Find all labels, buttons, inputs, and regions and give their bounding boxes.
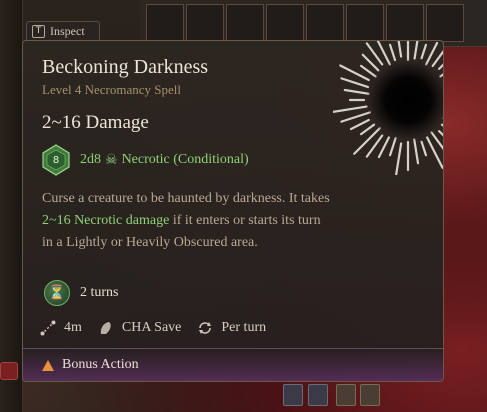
spell-tooltip: Beckoning Darkness Level 4 Necromancy Sp… bbox=[22, 40, 444, 382]
hotbar-slot[interactable] bbox=[266, 4, 304, 42]
hotbar-slot[interactable] bbox=[146, 4, 184, 42]
action-type-footer: Bonus Action bbox=[23, 348, 443, 381]
range-icon bbox=[40, 320, 56, 336]
spell-name: Beckoning Darkness bbox=[42, 56, 209, 78]
beckoning-darkness-icon bbox=[333, 41, 443, 175]
duration-row: ⏳ 2 turns bbox=[44, 280, 119, 306]
hotbar-slot[interactable] bbox=[226, 4, 264, 42]
status-icon[interactable] bbox=[360, 384, 380, 406]
d8-die-icon: 8 bbox=[40, 144, 72, 176]
save-stat: CHA Save bbox=[98, 320, 182, 336]
save-text: CHA Save bbox=[121, 320, 182, 335]
repeat-icon bbox=[197, 320, 213, 336]
hotbar-slot[interactable] bbox=[426, 4, 464, 42]
spell-level-school: Level 4 Necromancy Spell bbox=[42, 82, 181, 97]
spell-description: Curse a creature to be haunted by darkne… bbox=[42, 188, 332, 254]
damage-heading: 2~16 Damage bbox=[42, 112, 149, 133]
damage-type: Necrotic (Conditional) bbox=[121, 152, 249, 167]
range-stat: 4m bbox=[40, 320, 82, 336]
duration-text: 2 turns bbox=[80, 285, 119, 300]
status-icon[interactable] bbox=[336, 384, 356, 406]
duration-icon: ⏳ bbox=[44, 280, 70, 306]
hotbar-slot[interactable] bbox=[346, 4, 384, 42]
frequency-stat: Per turn bbox=[197, 320, 266, 336]
inspect-label: Inspect bbox=[50, 23, 85, 38]
hotbar-slot[interactable] bbox=[186, 4, 224, 42]
inspect-hint[interactable]: T Inspect bbox=[26, 21, 100, 40]
side-button[interactable] bbox=[0, 362, 18, 380]
frequency-text: Per turn bbox=[221, 320, 267, 335]
hotbar-slot[interactable] bbox=[306, 4, 344, 42]
status-icon[interactable] bbox=[283, 384, 303, 406]
spell-stats: 4m CHA Save Per turn bbox=[40, 320, 282, 336]
inspect-key: T bbox=[32, 24, 45, 38]
damage-text: 2d8 ☠ Necrotic (Conditional) bbox=[80, 152, 249, 169]
die-number: 8 bbox=[52, 154, 60, 166]
status-icon[interactable] bbox=[308, 384, 328, 406]
bonus-action-icon bbox=[42, 356, 54, 375]
range-text: 4m bbox=[64, 320, 82, 335]
left-ui-frame bbox=[0, 0, 23, 412]
description-highlight: 2~16 Necrotic damage bbox=[42, 213, 170, 228]
hotbar-slot[interactable] bbox=[386, 4, 424, 42]
save-icon bbox=[98, 320, 114, 336]
damage-row: 8 2d8 ☠ Necrotic (Conditional) bbox=[40, 144, 249, 176]
damage-dice: 2d8 bbox=[80, 152, 101, 167]
necrotic-icon: ☠ bbox=[105, 152, 118, 168]
description-text: Curse a creature to be haunted by darkne… bbox=[42, 191, 330, 206]
action-type-text: Bonus Action bbox=[62, 357, 139, 372]
